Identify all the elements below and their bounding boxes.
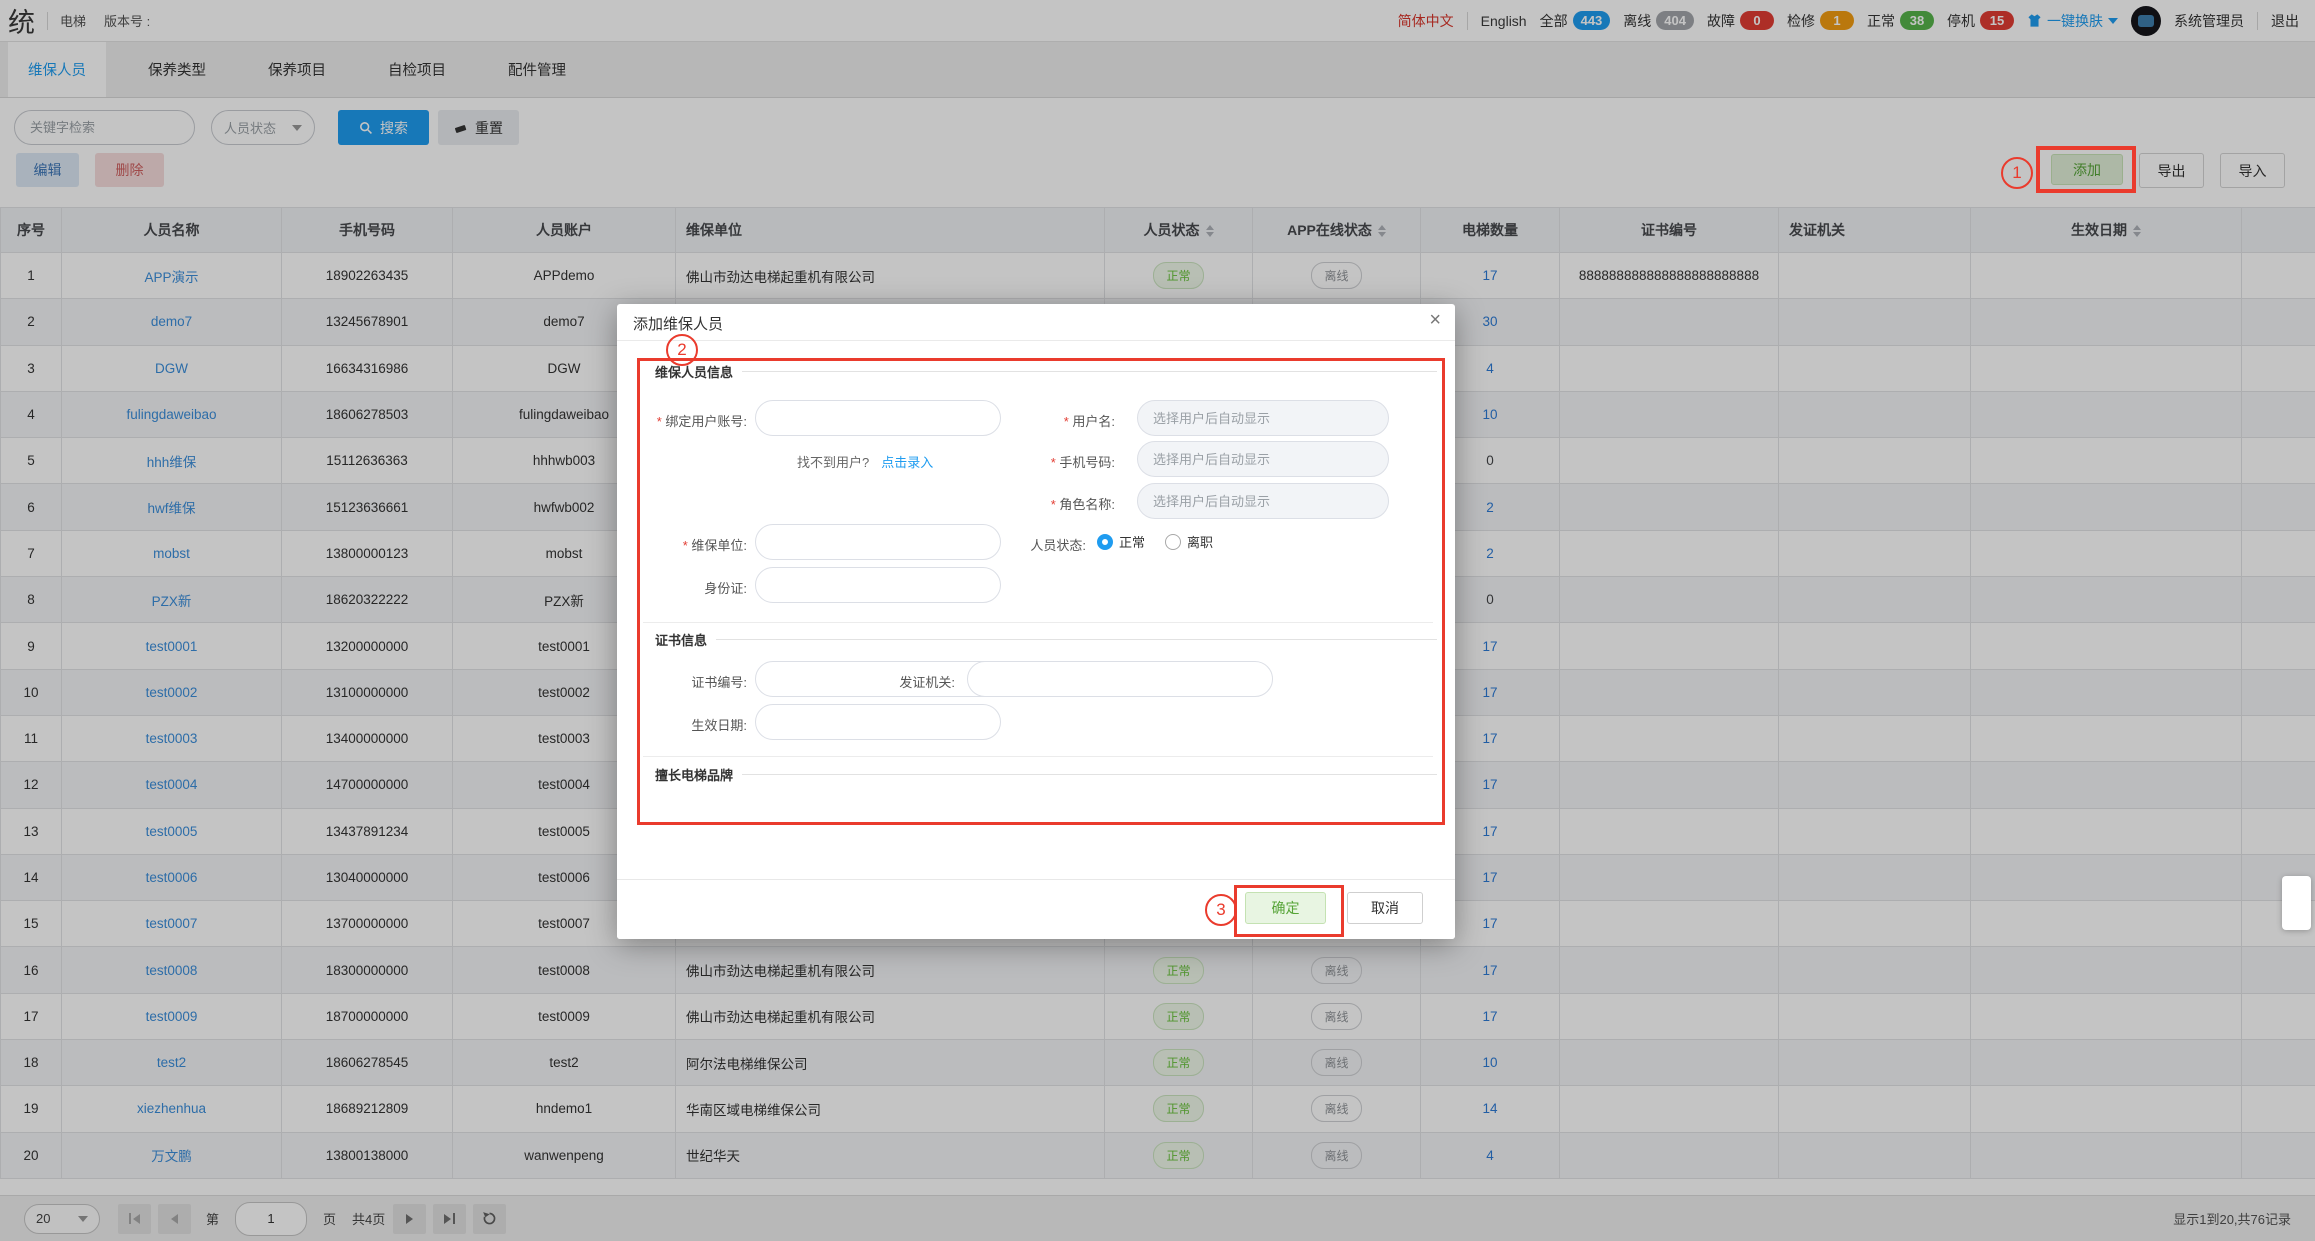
section-person-info: 维保人员信息 [655, 362, 1437, 381]
add-staff-modal: 添加维保人员 × 维保人员信息 绑定用户账号: 用户名: 找不到用户? 点击录入… [617, 304, 1455, 939]
radio-selected-icon [1097, 534, 1113, 550]
phone-label: 手机号码: [987, 452, 1115, 471]
close-icon[interactable]: × [1429, 309, 1441, 332]
modal-footer [617, 879, 1455, 939]
radio-normal[interactable]: 正常 [1097, 532, 1145, 551]
not-found-text: 找不到用户? [797, 452, 869, 471]
person-status-label: 人员状态: [958, 535, 1086, 554]
authority-label: 发证机关: [827, 672, 955, 691]
radio-unselected-icon [1165, 534, 1181, 550]
phone-input [1137, 441, 1389, 477]
app-root: 统 电梯 版本号 : 简体中文 English 全部443 离线404 故障0 … [0, 0, 2315, 1241]
radio-resigned[interactable]: 离职 [1165, 532, 1213, 551]
company-label: 维保单位: [619, 535, 747, 554]
confirm-button[interactable]: 确定 [1245, 892, 1326, 924]
section-brand: 擅长电梯品牌 [655, 765, 1437, 784]
username-label: 用户名: [987, 411, 1115, 430]
modal-title: 添加维保人员 [633, 313, 723, 334]
valid-date-input[interactable] [755, 704, 1001, 740]
role-input [1137, 483, 1389, 519]
cert-no-label: 证书编号: [619, 672, 747, 691]
valid-date-label: 生效日期: [619, 715, 747, 734]
person-status-radio-group: 正常 离职 [1097, 532, 1213, 551]
register-link[interactable]: 点击录入 [881, 452, 933, 471]
id-card-input[interactable] [755, 567, 1001, 603]
user-not-found-row: 找不到用户? 点击录入 [797, 452, 933, 471]
section-cert-info: 证书信息 [655, 630, 1437, 649]
section-divider [643, 756, 1433, 757]
authority-input[interactable] [967, 661, 1273, 697]
section-divider [643, 622, 1433, 623]
username-input [1137, 400, 1389, 436]
bind-account-label: 绑定用户账号: [619, 411, 747, 430]
modal-header: 添加维保人员 × [617, 304, 1455, 341]
cancel-button[interactable]: 取消 [1347, 892, 1423, 924]
role-label: 角色名称: [987, 494, 1115, 513]
id-card-label: 身份证: [619, 578, 747, 597]
bind-account-input[interactable] [755, 400, 1001, 436]
floating-panel[interactable] [2282, 876, 2311, 930]
